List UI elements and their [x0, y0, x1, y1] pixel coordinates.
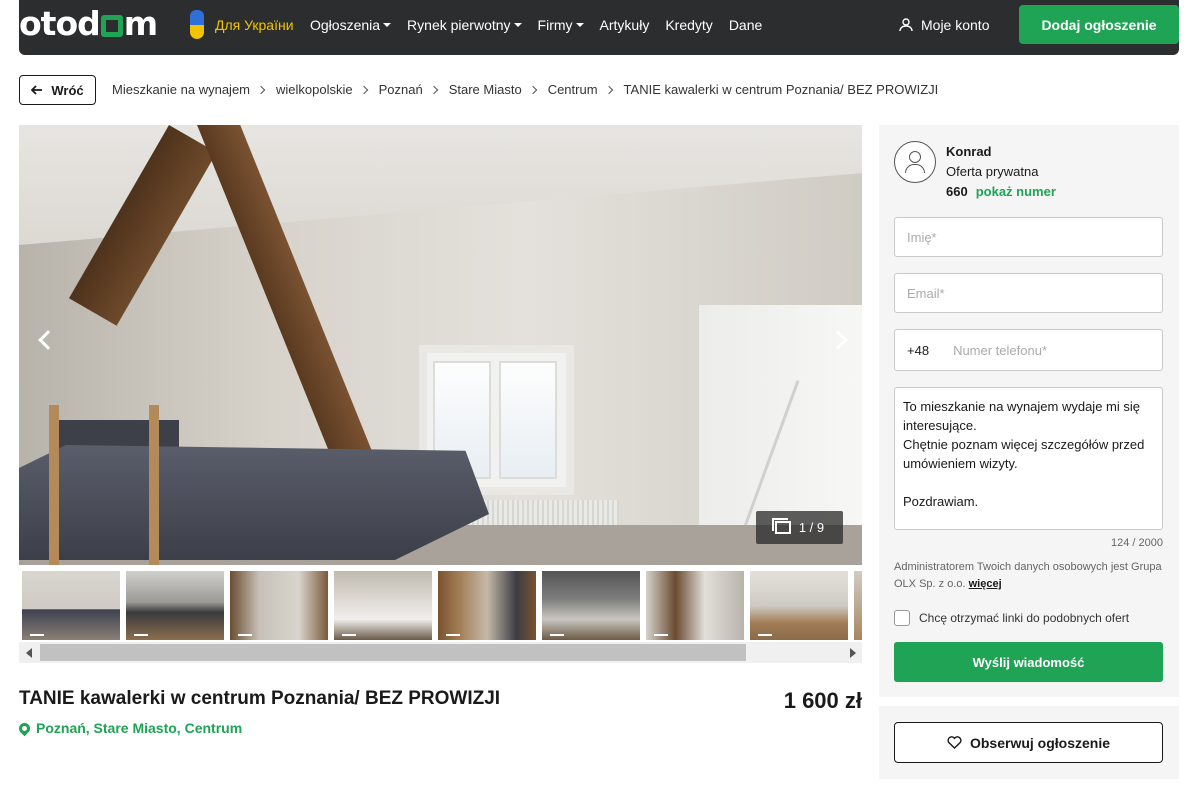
my-account-link[interactable]: Moje konto [899, 17, 989, 33]
top-bar: otod m Для України Ogłoszenia Rynek pierw… [0, 0, 1203, 55]
nav-firmy[interactable]: Firmy [538, 17, 584, 33]
privacy-more-link[interactable]: więcej [969, 578, 1002, 590]
chevron-right-icon [359, 85, 368, 94]
user-icon [899, 18, 913, 32]
breadcrumb-item[interactable]: Stare Miasto [449, 82, 522, 97]
seller-phone: 660 pokaż numer [946, 184, 1056, 199]
nav-rynek-pierwotny[interactable]: Rynek pierwotny [407, 17, 522, 33]
thumbnail[interactable] [126, 571, 224, 640]
photo-counter-text: 1 / 9 [798, 520, 825, 535]
seller-name: Konrad [946, 144, 992, 159]
avatar [894, 141, 936, 183]
phone-country-code[interactable]: +48 [907, 343, 929, 358]
ukraine-link[interactable]: Для України [187, 10, 294, 40]
nav-kredyty[interactable]: Kredyty [665, 17, 712, 33]
thumbnail[interactable] [646, 571, 744, 640]
watch-listing-label: Obserwuj ogłoszenie [969, 734, 1111, 751]
caret-down-icon [383, 23, 392, 27]
photos-icon [771, 518, 791, 534]
header: otod m Для України Ogłoszenia Rynek pierw… [19, 0, 1179, 55]
add-listing-button[interactable]: Dodaj ogłoszenie [1019, 5, 1179, 44]
back-label: Wróć [51, 82, 84, 98]
scroll-left-icon[interactable] [26, 648, 32, 658]
nav-artykuly[interactable]: Artykuły [600, 17, 650, 33]
chevron-right-icon [604, 85, 613, 94]
chevron-right-icon [256, 85, 266, 94]
scrollbar-thumb[interactable] [40, 644, 746, 661]
map-pin-icon [16, 720, 33, 736]
thumbnail[interactable] [750, 571, 848, 640]
ukraine-label: Для України [215, 17, 294, 33]
location-text: Poznań, Stare Miasto, Centrum [36, 720, 243, 736]
phone-field[interactable]: +48 Numer telefonu* [894, 329, 1163, 371]
chevron-right-icon [528, 85, 537, 94]
my-account-label: Moje konto [921, 17, 990, 33]
photo-chair [49, 405, 159, 565]
main-photo[interactable]: 1 / 9 [19, 125, 862, 565]
heart-icon [947, 736, 962, 749]
thumbnail[interactable] [334, 571, 432, 640]
seller-type: Oferta prywatna [946, 164, 1039, 179]
thumbnail[interactable] [438, 571, 536, 640]
breadcrumb-current: TANIE kawalerki w centrum Poznania/ BEZ … [623, 82, 939, 97]
nav-ogloszenia[interactable]: Ogłoszenia [310, 17, 392, 33]
thumbnail[interactable] [22, 571, 120, 640]
listing-price: 1 600 zł [783, 688, 862, 713]
thumbnail[interactable] [542, 571, 640, 640]
thumbnail[interactable] [854, 571, 862, 640]
photo-counter: 1 / 9 [756, 511, 843, 544]
listing-location[interactable]: Poznań, Stare Miasto, Centrum [16, 720, 243, 736]
scroll-right-icon[interactable] [850, 648, 856, 658]
send-message-button[interactable]: Wyślij wiadomość [894, 642, 1163, 682]
show-number-link[interactable]: pokaż numer [976, 184, 1056, 199]
privacy-note: Administratorem Twoich danych osobowych … [894, 561, 1162, 590]
message-textarea[interactable]: To mieszkanie na wynajem wydaje mi się i… [894, 387, 1163, 530]
nav-dane[interactable]: Dane [729, 17, 762, 33]
similar-offers-checkbox[interactable] [894, 610, 910, 626]
watch-listing-button[interactable]: Obserwuj ogłoszenie [894, 722, 1163, 763]
name-field[interactable]: Imię* [894, 217, 1163, 257]
arrow-left-icon [31, 85, 43, 95]
thumbnail[interactable] [230, 571, 328, 640]
chevron-right-icon [429, 85, 438, 94]
breadcrumb-item[interactable]: Centrum [548, 82, 598, 97]
thumbnail-scrollbar[interactable] [19, 642, 862, 663]
listing-title: TANIE kawalerki w centrum Poznania/ BEZ … [19, 688, 501, 709]
back-button[interactable]: Wróć [19, 75, 96, 105]
ukraine-hand-icon [187, 10, 207, 40]
similar-offers-option[interactable]: Chcę otrzymać linki do podobnych ofert [894, 610, 1129, 626]
email-field[interactable]: Email* [894, 273, 1163, 313]
breadcrumb-item[interactable]: wielkopolskie [276, 82, 353, 97]
caret-down-icon [513, 23, 522, 27]
thumbnail-strip [19, 568, 862, 642]
char-count: 124 / 2000 [1111, 537, 1163, 549]
caret-down-icon [575, 23, 584, 27]
otodom-logo[interactable]: otod m [19, 6, 158, 42]
phone-placeholder: Numer telefonu* [953, 342, 1048, 358]
similar-offers-label: Chcę otrzymać linki do podobnych ofert [919, 611, 1130, 625]
phone-prefix: 660 [946, 184, 968, 199]
breadcrumb-item[interactable]: Mieszkanie na wynajem [112, 82, 250, 97]
breadcrumb: Mieszkanie na wynajem wielkopolskie Pozn… [112, 82, 938, 97]
contact-panel: Konrad Oferta prywatna 660 pokaż numer I… [879, 125, 1179, 697]
breadcrumb-item[interactable]: Poznań [379, 82, 423, 97]
watch-panel: Obserwuj ogłoszenie [879, 706, 1179, 779]
main-nav: Ogłoszenia Rynek pierwotny Firmy Artykuł… [310, 17, 762, 33]
